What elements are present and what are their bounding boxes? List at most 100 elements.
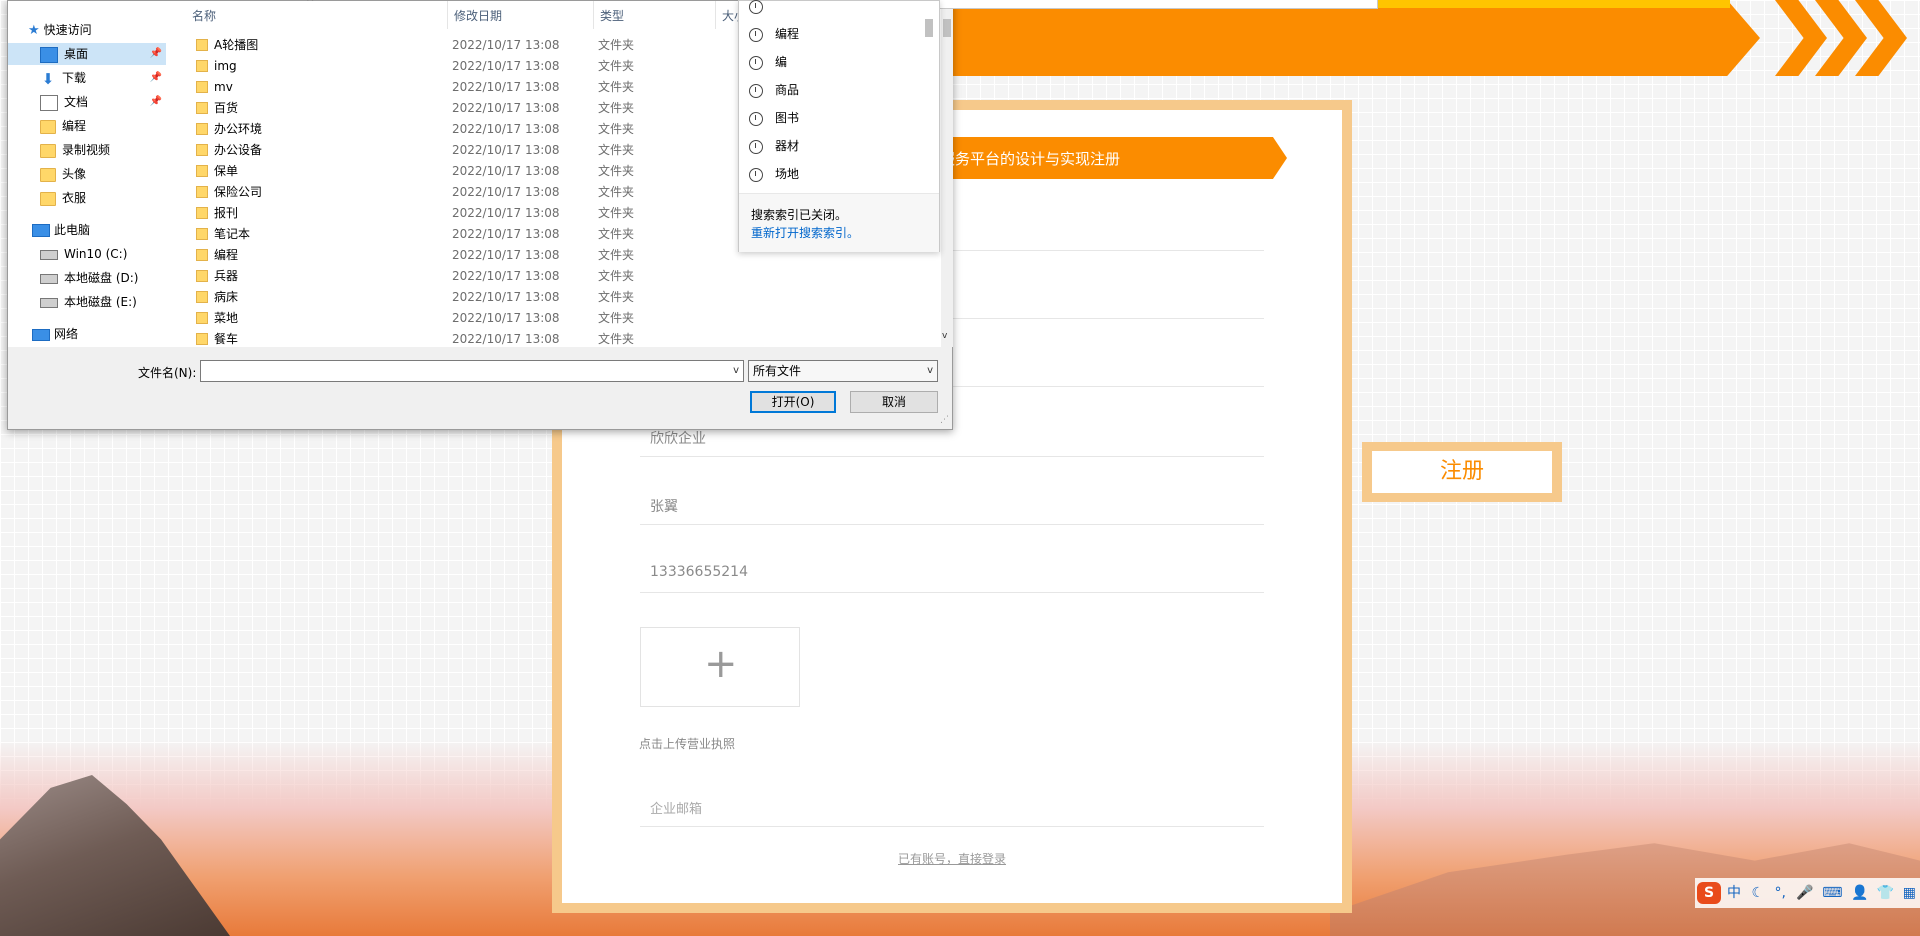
plus-icon: + bbox=[704, 641, 738, 687]
history-item[interactable]: 场地 bbox=[749, 163, 799, 185]
folder-icon bbox=[196, 291, 208, 303]
keyboard-icon[interactable]: ⌨ bbox=[1822, 885, 1842, 901]
file-type: 文件夹 bbox=[598, 227, 635, 241]
license-upload-button[interactable]: + bbox=[640, 627, 800, 707]
folder-icon bbox=[196, 207, 208, 219]
file-name: mv bbox=[214, 80, 233, 94]
pin-icon[interactable]: 📌 bbox=[150, 67, 162, 89]
phone-value: 13336655214 bbox=[650, 564, 748, 580]
resize-grip-icon[interactable]: ⋰ bbox=[940, 415, 949, 425]
nav-item-desktop[interactable]: 桌面 📌 bbox=[8, 43, 166, 65]
nav-item-documents[interactable]: 文档 📌 bbox=[8, 91, 166, 113]
file-date: 2022/10/17 13:08 bbox=[452, 269, 560, 283]
file-date: 2022/10/17 13:08 bbox=[452, 206, 560, 220]
folder-icon bbox=[196, 81, 208, 93]
file-type: 文件夹 bbox=[598, 101, 635, 115]
contact-name-value: 张翼 bbox=[650, 499, 678, 515]
history-item[interactable]: 编 bbox=[749, 51, 787, 73]
history-item[interactable]: 图书 bbox=[749, 107, 799, 129]
file-date: 2022/10/17 13:08 bbox=[452, 164, 560, 178]
register-title: 服务平台的设计与实现注册 bbox=[940, 150, 1121, 168]
register-button[interactable]: 注册 bbox=[1372, 451, 1552, 493]
scroll-down-icon[interactable]: v bbox=[942, 331, 947, 341]
column-date[interactable]: 修改日期 bbox=[448, 1, 594, 29]
file-row[interactable]: 菜地 2022/10/17 13:08 文件夹 bbox=[166, 308, 946, 329]
history-item-partial[interactable] bbox=[749, 0, 775, 17]
file-row[interactable]: 病床 2022/10/17 13:08 文件夹 bbox=[166, 287, 946, 308]
file-date: 2022/10/17 13:08 bbox=[452, 311, 560, 325]
history-scrollbar-thumb[interactable] bbox=[925, 19, 933, 37]
login-link[interactable]: 已有账号，直接登录 bbox=[898, 850, 1006, 867]
pin-icon[interactable]: 📌 bbox=[150, 43, 162, 65]
user-icon[interactable]: 👤 bbox=[1851, 885, 1868, 901]
nav-item-recordings[interactable]: 录制视频 bbox=[40, 139, 110, 161]
file-date: 2022/10/17 13:08 bbox=[452, 122, 560, 136]
pin-icon[interactable]: 📌 bbox=[150, 91, 162, 113]
nav-drive-e[interactable]: 本地磁盘 (E:) bbox=[40, 291, 137, 313]
dialog-footer: 文件名(N): v 所有文件 v 打开(O) 取消 ⋰ bbox=[8, 347, 952, 429]
file-type: 文件夹 bbox=[598, 38, 635, 52]
history-item[interactable]: 编程 bbox=[749, 23, 799, 45]
sogou-logo-icon[interactable]: S bbox=[1697, 882, 1721, 904]
chevron-down-icon[interactable]: v bbox=[927, 361, 933, 381]
apps-grid-icon[interactable]: ▦ bbox=[1903, 885, 1916, 901]
reopen-index-link[interactable]: 重新打开搜索索引。 bbox=[751, 224, 859, 241]
drive-icon bbox=[40, 273, 58, 284]
history-clock-icon bbox=[749, 55, 763, 70]
nav-network[interactable]: 网络 bbox=[32, 323, 78, 345]
nav-item-downloads[interactable]: ⬇ 下载 📌 bbox=[8, 67, 166, 89]
nav-drive-c[interactable]: Win10 (C:) bbox=[40, 243, 127, 265]
shirt-icon[interactable]: 👕 bbox=[1877, 885, 1894, 901]
folder-icon bbox=[196, 228, 208, 240]
file-type: 文件夹 bbox=[598, 269, 635, 283]
column-name[interactable]: 名称 bbox=[186, 1, 448, 29]
folder-icon bbox=[196, 144, 208, 156]
moon-icon[interactable]: ☾ bbox=[1751, 885, 1764, 901]
navigation-pane: ★ 快速访问 桌面 📌 ⬇ 下载 📌 文档 📌 编程 录制视频 头像 衣服 此电脑 Win… bbox=[8, 1, 167, 347]
file-type: 文件夹 bbox=[598, 122, 635, 136]
cancel-button[interactable]: 取消 bbox=[850, 391, 938, 413]
file-name: img bbox=[214, 59, 237, 73]
file-date: 2022/10/17 13:08 bbox=[452, 185, 560, 199]
file-type: 文件夹 bbox=[598, 248, 635, 262]
ime-mode-toggle[interactable]: 中 bbox=[1727, 885, 1741, 901]
file-name: A轮播图 bbox=[214, 38, 259, 52]
nav-item-programming[interactable]: 编程 bbox=[40, 115, 86, 137]
contact-name-field[interactable]: 张翼 bbox=[640, 484, 1264, 525]
folder-icon bbox=[40, 167, 56, 182]
folder-icon bbox=[196, 123, 208, 135]
nav-drive-d[interactable]: 本地磁盘 (D:) bbox=[40, 267, 138, 289]
column-type[interactable]: 类型 bbox=[594, 1, 716, 29]
folder-icon bbox=[196, 165, 208, 177]
folder-icon bbox=[196, 249, 208, 261]
microphone-icon[interactable]: 🎤 bbox=[1796, 885, 1813, 901]
filetype-select[interactable]: 所有文件 v bbox=[748, 360, 938, 382]
nav-item-avatar[interactable]: 头像 bbox=[40, 163, 86, 185]
folder-icon bbox=[196, 270, 208, 282]
index-status-text: 搜索索引已关闭。 bbox=[751, 208, 848, 222]
file-row[interactable]: 兵器 2022/10/17 13:08 文件夹 bbox=[166, 266, 946, 287]
email-field[interactable]: 企业邮箱 bbox=[640, 786, 1264, 827]
folder-icon bbox=[196, 312, 208, 324]
file-name: 百货 bbox=[214, 101, 239, 115]
folder-icon bbox=[196, 60, 208, 72]
nav-quick-access[interactable]: ★ 快速访问 bbox=[28, 19, 92, 41]
chevron-down-icon[interactable]: v bbox=[733, 361, 739, 381]
history-item[interactable]: 商品 bbox=[749, 79, 799, 101]
file-type: 文件夹 bbox=[598, 164, 635, 178]
open-button[interactable]: 打开(O) bbox=[750, 391, 836, 413]
history-clock-icon bbox=[749, 139, 763, 154]
file-list-scrollbar[interactable]: v bbox=[941, 1, 953, 347]
scrollbar-thumb[interactable] bbox=[943, 19, 951, 37]
nav-item-clothes[interactable]: 衣服 bbox=[40, 187, 86, 209]
filename-input[interactable]: v bbox=[200, 360, 744, 382]
punctuation-icon[interactable]: °, bbox=[1774, 885, 1785, 901]
file-name: 病床 bbox=[214, 290, 239, 304]
nav-this-pc[interactable]: 此电脑 bbox=[32, 219, 90, 241]
phone-field[interactable]: 13336655214 bbox=[640, 552, 1264, 593]
file-name: 菜地 bbox=[214, 311, 239, 325]
star-icon: ★ bbox=[28, 23, 40, 38]
folder-icon bbox=[196, 333, 208, 345]
folder-icon bbox=[40, 119, 56, 134]
history-item[interactable]: 器材 bbox=[749, 135, 799, 157]
